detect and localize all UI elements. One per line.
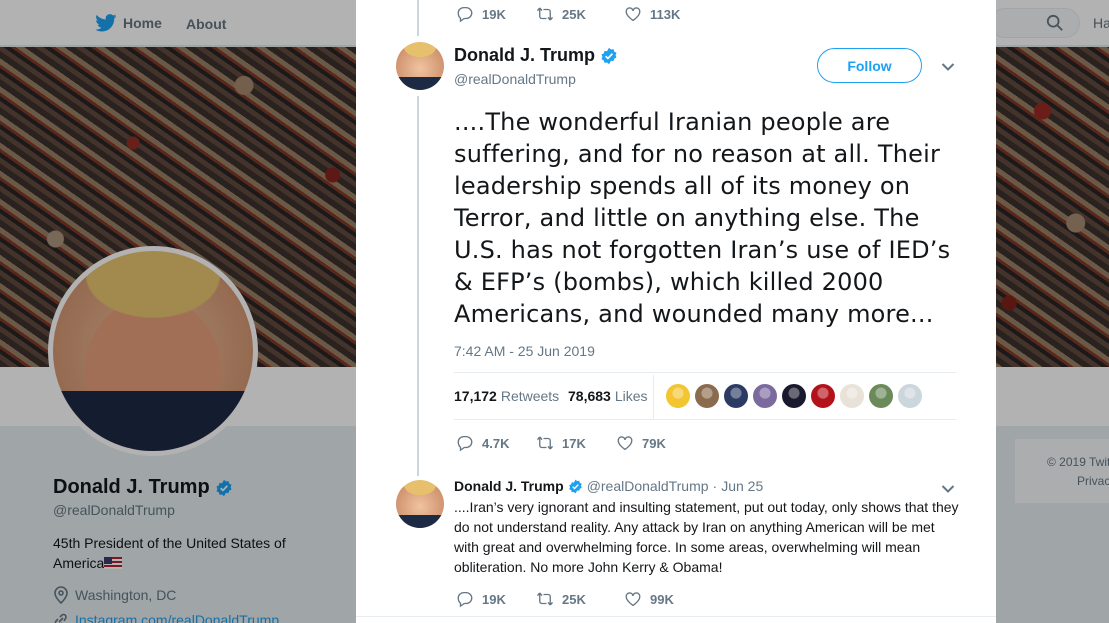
likes-stat-count: 78,683 — [568, 388, 611, 404]
thread-line-bottom — [417, 96, 419, 476]
liker-avatar[interactable] — [869, 384, 893, 408]
liker-avatars — [666, 384, 922, 408]
tweet-timestamp[interactable]: 7:42 AM - 25 Jun 2019 — [454, 343, 595, 359]
likes-stat[interactable]: 78,683 Likes — [568, 388, 648, 404]
liker-avatar[interactable] — [811, 384, 835, 408]
retweet-count: 25K — [562, 6, 586, 22]
thread-line-top — [417, 0, 419, 36]
retweets-stat[interactable]: 17,172 Retweets — [454, 388, 559, 404]
tweet-stats: 17,172 Retweets 78,683 Likes — [454, 372, 956, 420]
liker-avatar[interactable] — [753, 384, 777, 408]
follow-button[interactable]: Follow — [817, 48, 922, 83]
reply-button[interactable]: 19K — [456, 5, 536, 23]
tweet-author-handle[interactable]: @realDonaldTrump — [454, 71, 576, 87]
reply-actions: 19K 25K 99K — [456, 590, 674, 608]
tweet-author-name[interactable]: Donald J. Trump — [454, 45, 618, 66]
reply-button[interactable]: 4.7K — [456, 434, 536, 452]
heart-icon — [625, 592, 641, 607]
like-count: 79K — [642, 435, 666, 451]
reply-icon — [457, 6, 473, 23]
retweet-button[interactable]: 25K — [536, 5, 624, 23]
heart-icon — [617, 436, 633, 451]
verified-badge-icon — [601, 47, 617, 64]
tweet-modal: 19K 25K 113K Donald J. Trump @realDonald… — [356, 0, 996, 623]
liker-avatar[interactable] — [695, 384, 719, 408]
retweet-button[interactable]: 25K — [536, 590, 624, 608]
tweet-author-avatar[interactable] — [396, 42, 444, 90]
liker-avatar[interactable] — [666, 384, 690, 408]
tweet-author-name-text: Donald J. Trump — [454, 45, 596, 65]
reply-author-avatar[interactable] — [396, 480, 444, 528]
reply-header: Donald J. Trump @realDonaldTrump · Jun 2… — [454, 478, 763, 494]
reply-author-handle[interactable]: @realDonaldTrump — [587, 478, 709, 494]
liker-avatar[interactable] — [898, 384, 922, 408]
reply-separator: · — [712, 478, 718, 494]
reply-text: ....Iran’s very ignorant and insulting s… — [454, 499, 959, 575]
reply-icon — [457, 435, 473, 452]
retweet-count: 25K — [562, 591, 586, 607]
liker-avatar[interactable] — [724, 384, 748, 408]
like-count: 113K — [650, 6, 681, 22]
reply-icon — [457, 591, 473, 608]
verified-badge-icon — [568, 479, 582, 493]
reply-date[interactable]: Jun 25 — [721, 478, 763, 494]
reply-count: 19K — [482, 591, 506, 607]
reply-count: 19K — [482, 6, 506, 22]
tweet-actions: 4.7K 17K 79K — [456, 434, 666, 452]
reply-author-name[interactable]: Donald J. Trump — [454, 478, 564, 494]
heart-icon — [625, 7, 641, 22]
modal-bottom-divider — [356, 616, 996, 617]
chevron-down-icon[interactable] — [941, 62, 955, 72]
retweet-count: 17K — [562, 435, 586, 451]
reply-button[interactable]: 19K — [456, 590, 536, 608]
retweets-stat-count: 17,172 — [454, 388, 497, 404]
retweet-button[interactable]: 17K — [536, 434, 616, 452]
like-button[interactable]: 99K — [624, 590, 674, 608]
like-button[interactable]: 113K — [624, 5, 680, 23]
tweet-text: ....The wonderful Iranian people are suf… — [454, 108, 951, 328]
reply-count: 4.7K — [482, 435, 510, 451]
retweet-icon — [536, 436, 554, 450]
likes-stat-label: Likes — [614, 388, 648, 404]
like-button[interactable]: 79K — [616, 434, 666, 452]
like-count: 99K — [650, 591, 674, 607]
previous-tweet-actions: 19K 25K 113K — [456, 5, 680, 23]
liker-avatar[interactable] — [840, 384, 864, 408]
chevron-down-icon[interactable] — [941, 484, 955, 494]
retweet-icon — [536, 7, 554, 21]
retweet-icon — [536, 592, 554, 606]
retweets-stat-label: Retweets — [500, 388, 560, 404]
liker-avatar[interactable] — [782, 384, 806, 408]
stats-divider — [653, 375, 654, 419]
